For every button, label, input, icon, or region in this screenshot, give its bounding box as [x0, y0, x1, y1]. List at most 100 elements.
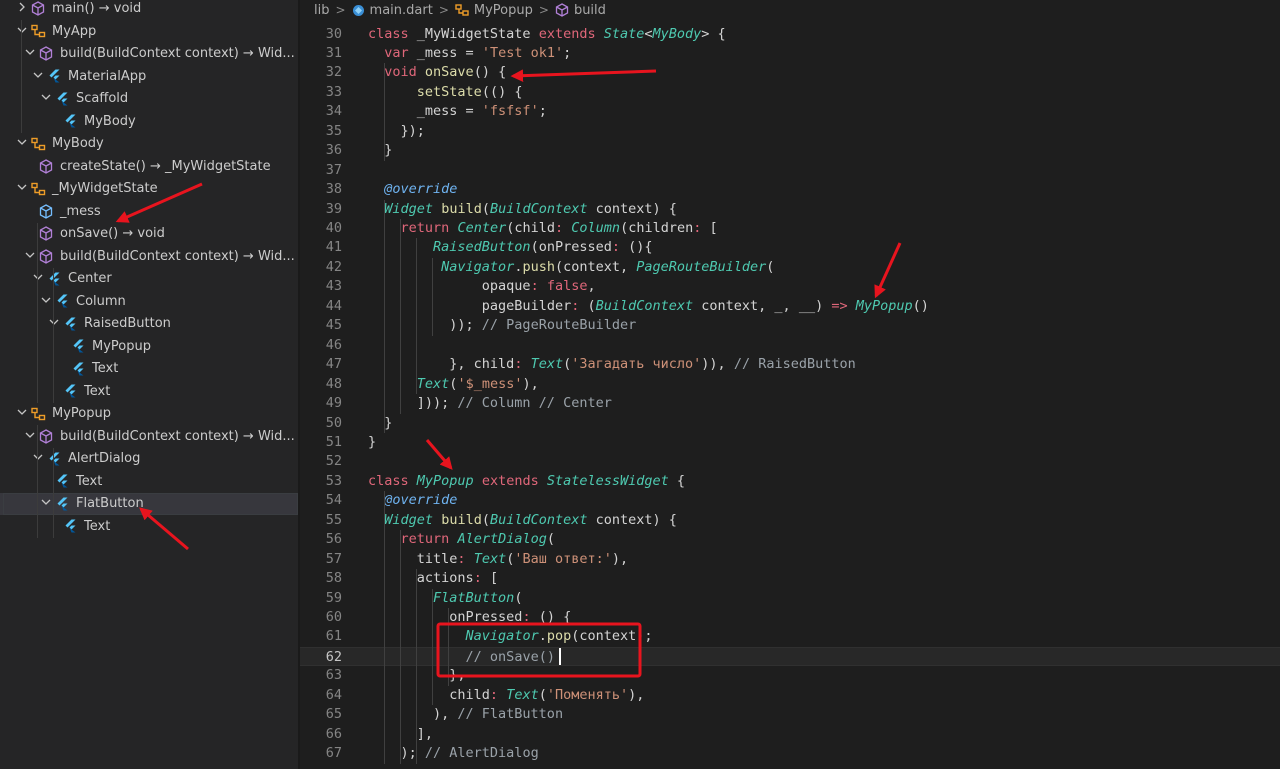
code-line[interactable]: 52	[300, 452, 1280, 471]
indent-guide	[432, 257, 433, 336]
chevron-down-icon[interactable]	[46, 317, 62, 330]
outline-item-label: _MyWidgetState	[52, 181, 158, 197]
code-line[interactable]: 57 title: Text('Ваш ответ:'),	[300, 550, 1280, 569]
outline-item-label: Text	[84, 518, 111, 534]
code-line[interactable]: 44 pageBuilder: (BuildContext context, _…	[300, 297, 1280, 316]
outline-item[interactable]: Text	[0, 358, 298, 381]
chevron-down-icon[interactable]	[14, 182, 30, 195]
code-line[interactable]: 48 Text('$_mess'),	[300, 375, 1280, 394]
code-line[interactable]: 54 @override	[300, 491, 1280, 510]
breadcrumb-file[interactable]: main.dart	[370, 3, 433, 18]
line-number: 31	[325, 44, 342, 61]
outline-item[interactable]: MyBody	[0, 110, 298, 133]
code-line[interactable]: 30 class _MyWidgetState extends State<MyB…	[300, 25, 1280, 44]
breadcrumb-folder[interactable]: lib	[314, 3, 329, 18]
code-line[interactable]: 63 },	[300, 666, 1280, 685]
code-line[interactable]: 39 Widget build(BuildContext context) {	[300, 200, 1280, 219]
chevron-down-icon[interactable]	[38, 92, 54, 105]
flutter-icon	[70, 338, 86, 354]
outline-item[interactable]: AlertDialog	[0, 448, 298, 471]
chevron-down-icon[interactable]	[14, 407, 30, 420]
outline-item[interactable]: MyBody	[0, 133, 298, 156]
code-text: void onSave() {	[384, 64, 507, 81]
outline-item[interactable]: _MyWidgetState	[0, 178, 298, 201]
chevron-down-icon[interactable]	[30, 272, 46, 285]
code-line[interactable]: 58 actions: [	[300, 569, 1280, 588]
outline-item[interactable]: Text	[0, 380, 298, 403]
code-line[interactable]: 67 ); // AlertDialog	[300, 744, 1280, 763]
code-line[interactable]: 62 // onSave()	[300, 646, 1280, 667]
outline-item[interactable]: Center	[0, 268, 298, 291]
breadcrumb-class[interactable]: MyPopup	[474, 3, 533, 18]
code-line[interactable]: 65 ), // FlatButton	[300, 705, 1280, 724]
code-line[interactable]: 38 @override	[300, 180, 1280, 199]
code-line[interactable]: 40 return Center(child: Column(children:…	[300, 219, 1280, 238]
code-line[interactable]: 37	[300, 161, 1280, 180]
code-line[interactable]: 34 _mess = 'fsfsf';	[300, 102, 1280, 121]
line-number: 54	[325, 492, 342, 509]
outline-item[interactable]: _mess	[0, 200, 298, 223]
code-line[interactable]: 53 class MyPopup extends StatelessWidget …	[300, 472, 1280, 491]
code-line[interactable]: 32 void onSave() {	[300, 63, 1280, 82]
code-text: )); // PageRouteBuilder	[368, 317, 637, 334]
code-line[interactable]: 66 ],	[300, 725, 1280, 744]
chevron-down-icon[interactable]	[22, 250, 38, 263]
code-line[interactable]: 43 opaque: false,	[300, 277, 1280, 296]
indent-guide	[416, 569, 417, 764]
code-line[interactable]: 31 var _mess = 'Test ok1';	[300, 44, 1280, 63]
breadcrumb-method[interactable]: build	[574, 3, 606, 18]
outline-item[interactable]: Scaffold	[0, 88, 298, 111]
chevron-down-icon[interactable]	[14, 137, 30, 150]
line-number: 38	[325, 181, 342, 198]
line-number: 41	[325, 239, 342, 256]
code-line[interactable]: 56 return AlertDialog(	[300, 530, 1280, 549]
code-line[interactable]: 42 Navigator.push(context, PageRouteBuil…	[300, 258, 1280, 277]
code-line[interactable]: 49 ])); // Column // Center	[300, 394, 1280, 413]
outline-item[interactable]: MyPopup	[0, 403, 298, 426]
outline-item[interactable]: build(BuildContext context) → Wid...	[0, 43, 298, 66]
code-line[interactable]: 55 Widget build(BuildContext context) {	[300, 511, 1280, 530]
code-line[interactable]: 45 )); // PageRouteBuilder	[300, 316, 1280, 335]
code-line[interactable]: 35 });	[300, 122, 1280, 141]
outline-item[interactable]: MyPopup	[0, 335, 298, 358]
outline-item[interactable]: main() → void	[0, 0, 298, 20]
outline-item[interactable]: createState() → _MyWidgetState	[0, 155, 298, 178]
code-line[interactable]: 33 setState(() {	[300, 83, 1280, 102]
chevron-down-icon[interactable]	[38, 295, 54, 308]
code-line[interactable]: 59 FlatButton(	[300, 589, 1280, 608]
outline-item[interactable]: onSave() → void	[0, 223, 298, 246]
chevron-down-icon[interactable]	[38, 497, 54, 510]
chevron-down-icon[interactable]	[14, 25, 30, 38]
chevron-down-icon[interactable]	[22, 430, 38, 443]
flutter-icon	[54, 293, 70, 309]
chevron-down-icon[interactable]	[22, 47, 38, 60]
code-line[interactable]: 51}	[300, 433, 1280, 452]
outline-item[interactable]: Text	[0, 515, 298, 538]
indent-guide	[448, 608, 449, 686]
line-number: 56	[325, 531, 342, 548]
code-line[interactable]: 36 }	[300, 141, 1280, 160]
code-line[interactable]: 46	[300, 336, 1280, 355]
outline-item[interactable]: MaterialApp	[0, 65, 298, 88]
chevron-right-icon[interactable]	[14, 2, 30, 15]
code-line[interactable]: 47 }, child: Text('Загадать число')), //…	[300, 355, 1280, 374]
code-line[interactable]: 64 child: Text('Поменять'),	[300, 686, 1280, 705]
outline-item[interactable]: MyApp	[0, 20, 298, 43]
chevron-down-icon[interactable]	[30, 70, 46, 83]
code-line[interactable]: 61 Navigator.pop(context);	[300, 627, 1280, 646]
outline-item-label: MyPopup	[92, 338, 151, 354]
code-editor[interactable]: lib > main.dart > MyPopup > build 30 clas…	[300, 0, 1280, 769]
outline-item[interactable]: Text	[0, 470, 298, 493]
code-line[interactable]: 50 }	[300, 414, 1280, 433]
line-number: 49	[325, 395, 342, 412]
chevron-down-icon[interactable]	[30, 452, 46, 465]
outline-item[interactable]: FlatButton	[0, 492, 298, 515]
outline-item[interactable]: RaisedButton	[0, 313, 298, 336]
method-icon	[555, 3, 569, 17]
code-line[interactable]: 60 onPressed: () {	[300, 608, 1280, 627]
outline-item-label: onSave() → void	[60, 226, 165, 242]
code-line[interactable]: 41 RaisedButton(onPressed: (){	[300, 238, 1280, 257]
outline-item[interactable]: Column	[0, 290, 298, 313]
outline-item[interactable]: build(BuildContext context) → Wid...	[0, 425, 298, 448]
outline-item[interactable]: build(BuildContext context) → Wid...	[0, 245, 298, 268]
